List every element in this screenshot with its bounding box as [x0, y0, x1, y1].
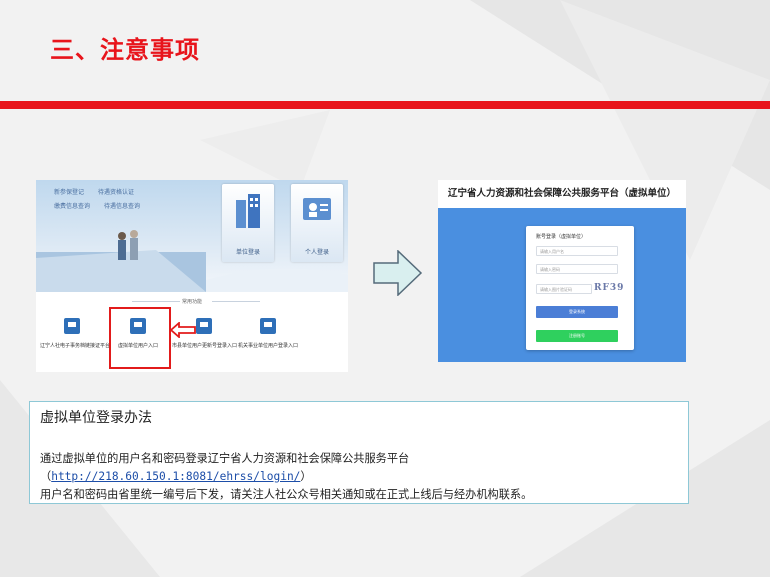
monitor-icon — [196, 318, 212, 334]
portal-screenshot: 新参保登记 待遇资格认证 缴费信息查询 待遇信息查询 单位登录 个人登录 常用功能 — [36, 180, 348, 372]
login-title: 账号登录（虚拟单位） — [536, 234, 587, 240]
arrow-left-icon — [170, 322, 196, 338]
tile-label: 个人登录 — [304, 249, 329, 256]
instructions-line: 用户名和密码由省里统一编号后下发，请关注人社公众号相关通知或在正式上线后与经办机… — [40, 488, 533, 501]
login-button[interactable]: 登录系统 — [536, 306, 618, 318]
username-input[interactable]: 请输入用户名 — [536, 246, 618, 256]
virtual-unit-highlight-box — [109, 307, 171, 369]
portal-hero: 新参保登记 待遇资格认证 缴费信息查询 待遇信息查询 单位登录 个人登录 — [36, 180, 348, 292]
monitor-icon — [64, 318, 80, 334]
entry-label: 辽宁人社电子事务档链接证平台 — [40, 343, 111, 349]
arrow-right-icon — [373, 250, 423, 296]
person-card-icon — [303, 198, 331, 220]
buildings-icon — [236, 194, 260, 228]
entry-public-unit[interactable]: 机关事业单位用户登录入口 — [236, 318, 300, 349]
personal-login-tile[interactable]: 个人登录 — [291, 184, 343, 262]
captcha-image[interactable]: RF39 — [594, 283, 624, 293]
password-input[interactable]: 请输入密码 — [536, 264, 618, 274]
login-instructions-box: 虚拟单位登录办法 通过虚拟单位的用户名和密码登录辽宁省人力资源和社会保障公共服务… — [29, 401, 689, 504]
entry-ehr-archive[interactable]: 辽宁人社电子事务档链接证平台 — [40, 318, 111, 349]
unit-login-tile[interactable]: 单位登录 — [222, 184, 274, 262]
login-card: 账号登录（虚拟单位） 请输入用户名 请输入密码 请输入图片验证码 RF39 登录… — [526, 226, 634, 350]
instructions-line: 通过虚拟单位的用户名和密码登录辽宁省人力资源和社会保障公共服务平台 — [40, 452, 410, 465]
hero-menu: 新参保登记 待遇资格认证 缴费信息查询 待遇信息查询 — [54, 186, 140, 214]
tile-label: 单位登录 — [235, 249, 260, 256]
menu-item[interactable]: 新参保登记 — [54, 186, 84, 200]
paren-close: ） — [300, 470, 312, 483]
title-divider — [0, 101, 770, 109]
menu-item[interactable]: 待遇信息查询 — [104, 200, 140, 214]
menu-item[interactable]: 待遇资格认证 — [98, 186, 134, 200]
paren-open: （ — [40, 470, 52, 483]
monitor-icon — [260, 318, 276, 334]
platform-login-link[interactable]: http://218.60.150.1:8081/ehrss/login/ — [51, 470, 300, 483]
section-label: 常用功能 — [181, 299, 202, 305]
platform-header: 辽宁省人力资源和社会保障公共服务平台（虚拟单位） — [438, 180, 686, 208]
entry-label: 市县单位用户更新号登录入口 — [172, 343, 238, 349]
instructions-title: 虚拟单位登录办法 — [40, 410, 152, 426]
captcha-input[interactable]: 请输入图片验证码 — [536, 284, 592, 294]
instructions-url-line: （http://218.60.150.1:8081/ehrss/login/） — [40, 468, 312, 484]
menu-item[interactable]: 缴费信息查询 — [54, 200, 90, 214]
entry-label: 机关事业单位用户登录入口 — [237, 343, 298, 349]
register-button[interactable]: 注册账号 — [536, 330, 618, 342]
slide-title: 三、注意事项 — [50, 36, 200, 64]
login-page-screenshot: 辽宁省人力资源和社会保障公共服务平台（虚拟单位） 账号登录（虚拟单位） 请输入用… — [438, 180, 686, 362]
